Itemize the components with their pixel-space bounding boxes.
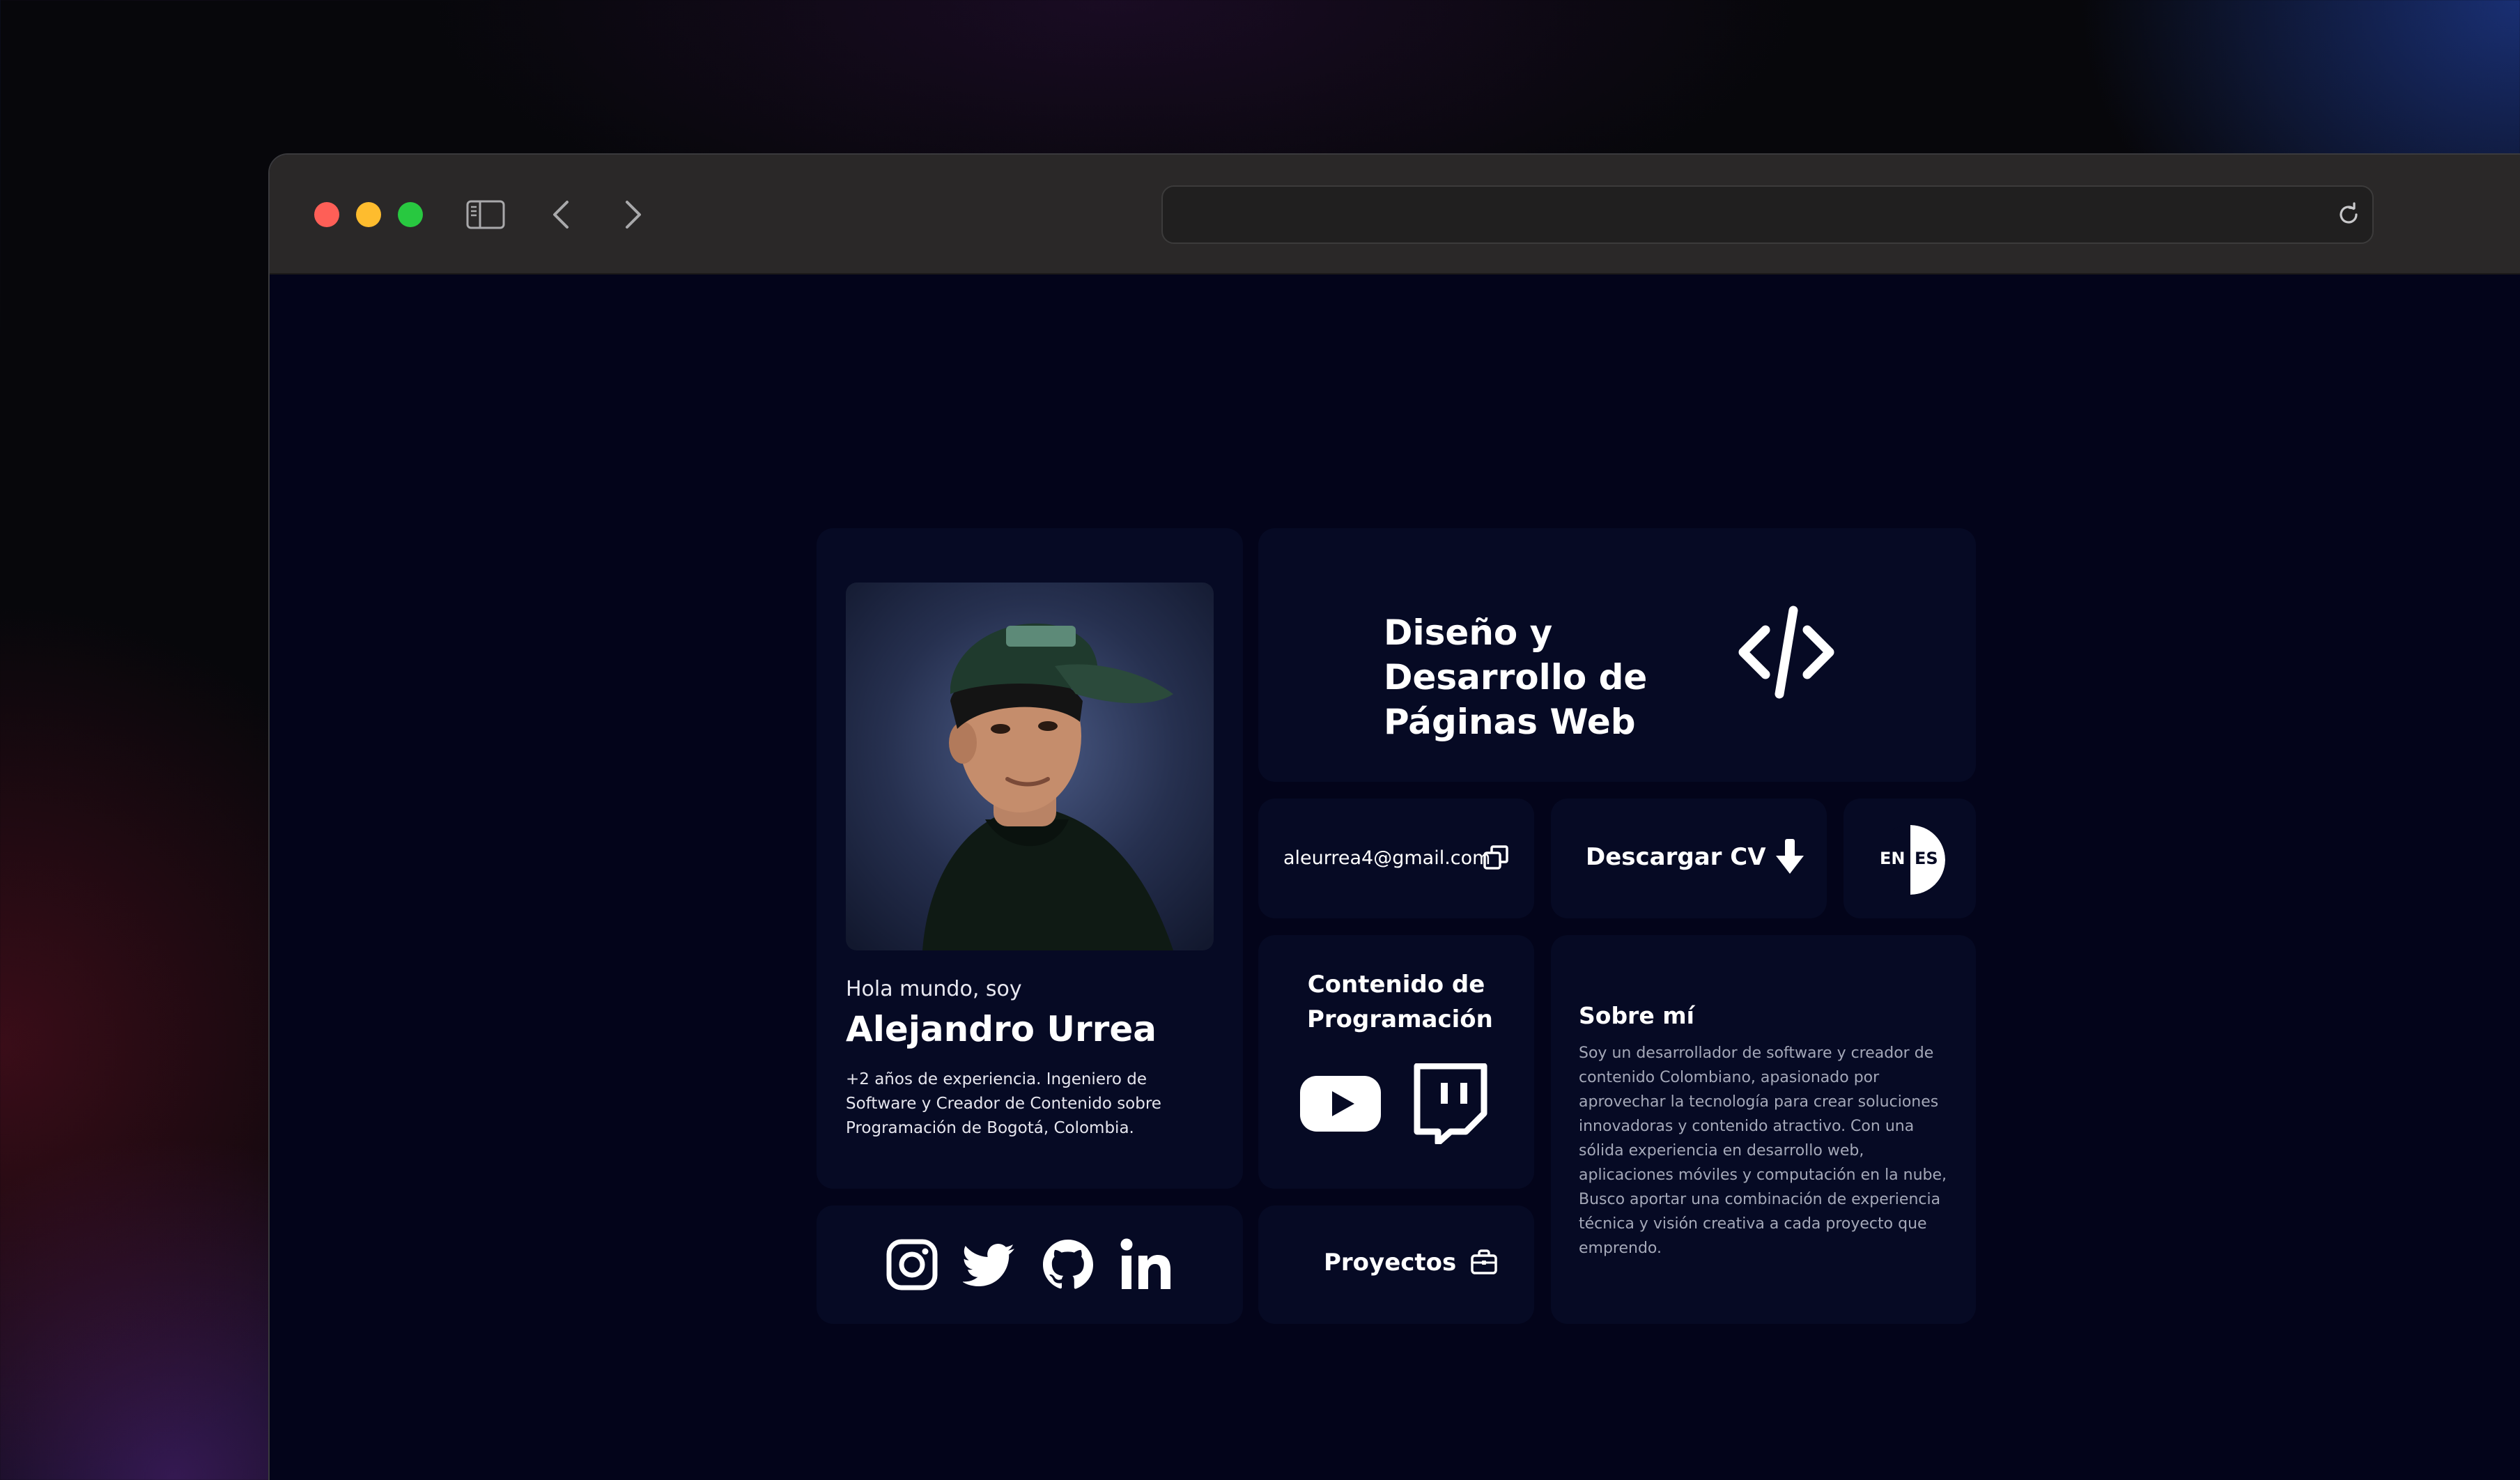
language-en[interactable]: EN [1880, 849, 1905, 868]
services-title: Diseño y Desarrollo de Páginas Web [1384, 612, 1648, 742]
about-text: Soy un desarrollador de software y cread… [1579, 1045, 1947, 1257]
download-icon [1772, 838, 1807, 877]
profile-card: Hola mundo, soy Alejandro Urrea +2 años … [817, 528, 1243, 1189]
email-card[interactable]: aleurrea4@gmail.com [1258, 799, 1534, 918]
twitch-icon[interactable] [1412, 1063, 1488, 1146]
social-links-card [817, 1205, 1243, 1324]
language-es[interactable]: ES [1915, 849, 1938, 868]
page-viewport: Hola mundo, soy Alejandro Urrea +2 años … [270, 275, 2520, 1480]
briefcase-icon [1470, 1249, 1498, 1275]
profile-greeting: Hola mundo, soy [846, 977, 1022, 1001]
projects-label: Proyectos [1324, 1249, 1457, 1277]
email-address: aleurrea4@gmail.com [1283, 847, 1491, 869]
code-icon [1738, 603, 1835, 701]
youtube-icon[interactable] [1299, 1072, 1382, 1134]
about-title: Sobre mí [1579, 1002, 1694, 1029]
download-cv-label: Descargar CV [1586, 843, 1766, 871]
profile-bio: +2 años de experiencia. Ingeniero de Sof… [846, 1070, 1161, 1137]
content-creation-title: Contenido de Programación [1307, 971, 1493, 1033]
github-icon[interactable] [1041, 1238, 1095, 1292]
twitter-icon[interactable] [961, 1238, 1017, 1292]
about-card: Sobre mí Soy un desarrollador de softwar… [1551, 935, 1976, 1324]
language-card: EN ES [1843, 799, 1976, 918]
linkedin-icon[interactable] [1119, 1238, 1173, 1292]
language-toggle[interactable]: EN ES [1876, 825, 1945, 895]
services-card: Diseño y Desarrollo de Páginas Web [1258, 528, 1976, 782]
profile-photo [846, 583, 1214, 950]
instagram-icon[interactable] [885, 1238, 939, 1292]
profile-name: Alejandro Urrea [846, 1009, 1157, 1049]
projects-card[interactable]: Proyectos [1258, 1205, 1534, 1324]
social-links-row [885, 1238, 1173, 1292]
content-creation-card: Contenido de Programación [1258, 935, 1534, 1189]
copy-icon[interactable] [1483, 845, 1509, 871]
download-cv-card[interactable]: Descargar CV [1551, 799, 1827, 918]
